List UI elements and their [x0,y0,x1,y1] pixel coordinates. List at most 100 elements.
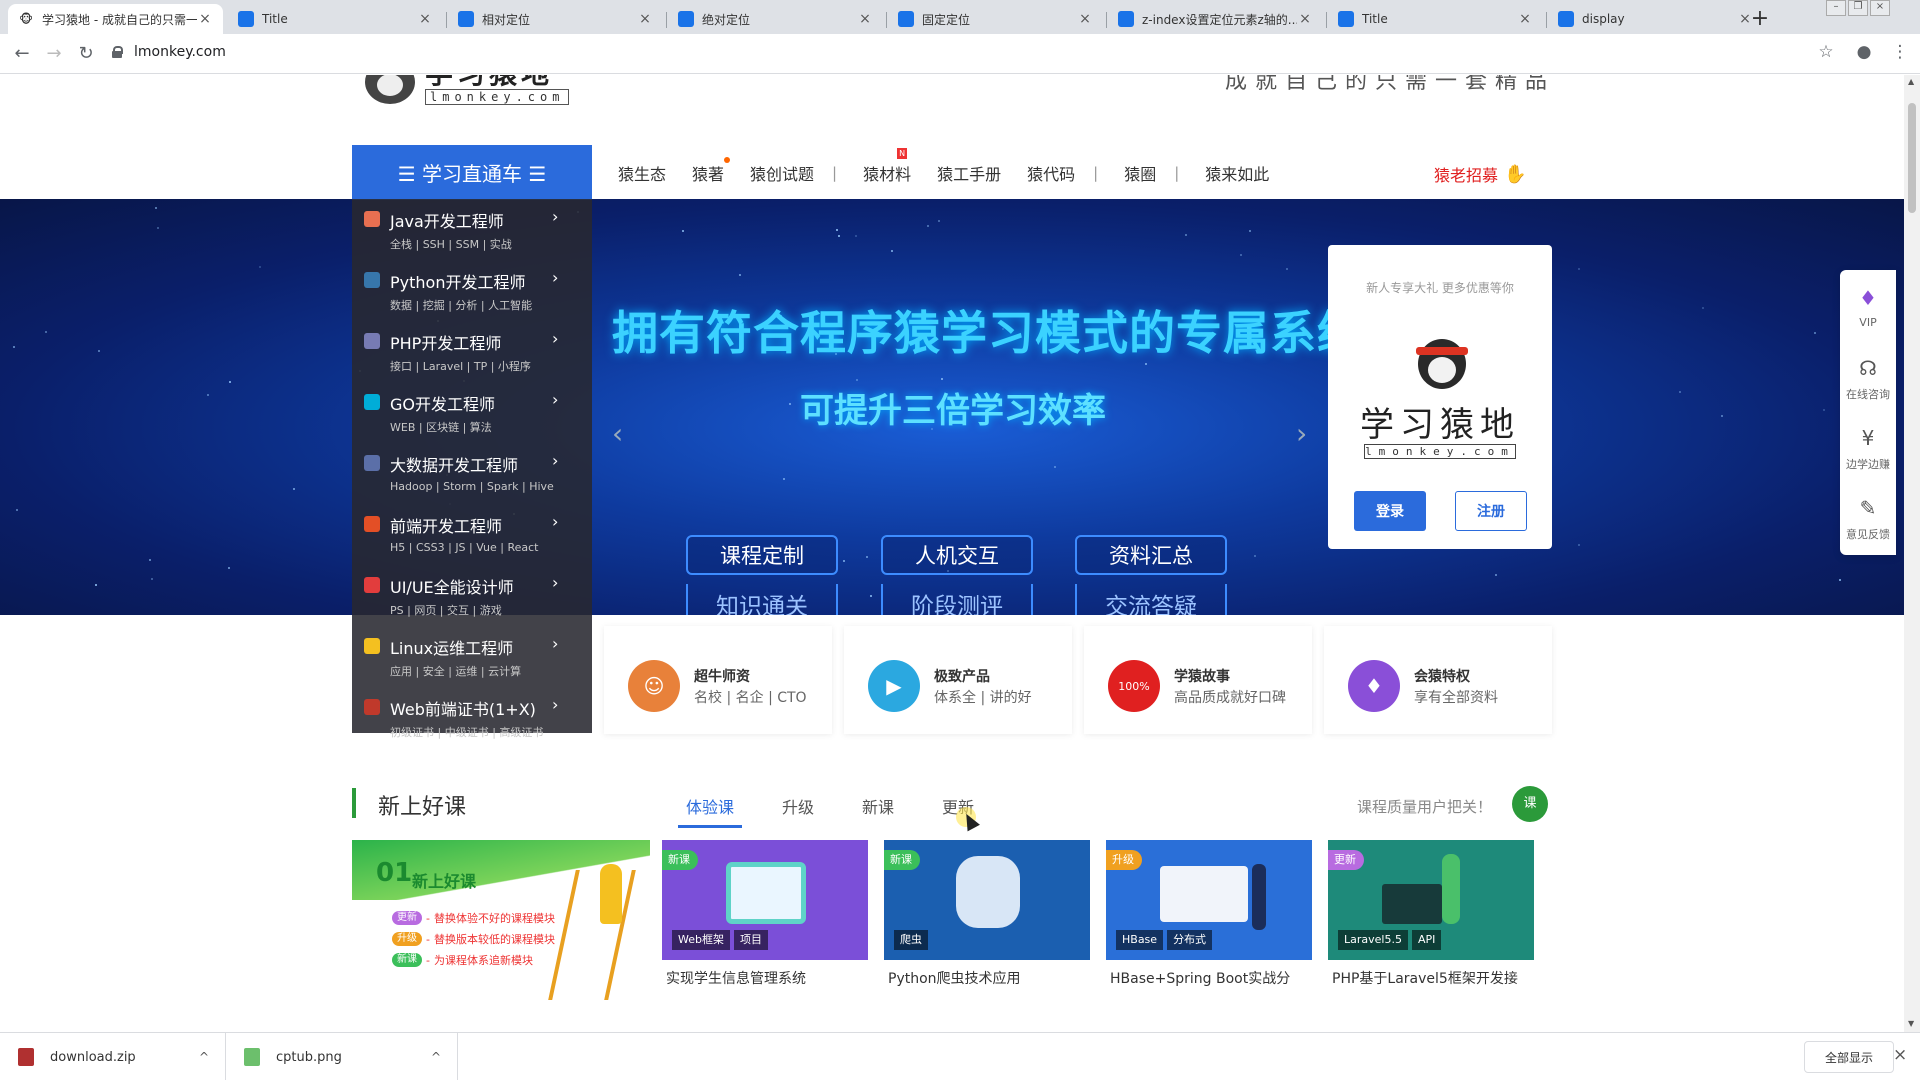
float-bar-item[interactable]: ♦ VIP [1840,286,1896,329]
back-button[interactable]: ← [10,42,34,66]
banner-next-arrow[interactable]: › [1296,417,1307,450]
nav-divider: | [832,163,838,182]
course-badge-icon[interactable]: 课 [1512,786,1548,822]
feature-subtitle: 体系全 | 讲的好 [934,690,1032,706]
menu-item[interactable]: UI/UE全能设计师 PS | 网页 | 交互 | 游戏 › [352,569,592,629]
tab-close-icon[interactable]: × [197,11,213,27]
recruit-link[interactable]: 猿老招募 ✋ [1434,162,1526,186]
bookmark-star-icon[interactable]: ☆ [1814,42,1838,62]
download-item-zip[interactable]: download.zip ^ [0,1033,226,1080]
reload-button[interactable]: ↻ [74,42,98,66]
course-thumbnail[interactable]: 新课 Web框架 项目 [662,840,868,960]
menu-item[interactable]: Python开发工程师 数据 | 挖掘 | 分析 | 人工智能 › [352,264,592,324]
hero-banner[interactable]: 拥有符合程序猿学习模式的专属系统 可提升三倍学习效率 ‹ › 课程定制 人机交互… [0,199,1904,615]
chevron-up-icon[interactable]: ^ [199,1050,209,1064]
site-slogan: 成就自己的只需一套精品 [1225,75,1556,94]
promo-banner[interactable]: 01 新上好课 更新 - 替换体验不好的课程模块 升级 - 替换版本较低的课程模块 新课 - 为… [352,840,650,1000]
course-title[interactable]: Python爬虫技术应用 [888,968,1021,988]
web-page: 学习猿地 lmonkey.com 成就自己的只需一套精品 拥有符合程序猿学习模式… [0,75,1904,1032]
nav-item[interactable]: 猿材料 N [863,147,911,185]
site-logo[interactable]: 学习猿地 lmonkey.com [365,75,570,105]
nav-item[interactable]: 猿代码 [1027,161,1075,185]
close-window-button[interactable]: × [1870,0,1890,16]
float-bar-item[interactable]: ✎ 意见反馈 [1840,496,1896,542]
favicon-icon [458,11,474,27]
tab-close-icon[interactable]: × [1077,11,1093,27]
show-all-downloads-button[interactable]: 全部显示 [1804,1041,1894,1073]
feature-card[interactable]: ▶ 极致产品 体系全 | 讲的好 [844,626,1072,734]
download-item-png[interactable]: cptub.png ^ [226,1033,458,1080]
tab-close-icon[interactable]: × [637,11,653,27]
scroll-thumb[interactable] [1908,103,1916,213]
float-bar-item[interactable]: ¥ 边学边赚 [1840,426,1896,472]
course-title[interactable]: PHP基于Laravel5框架开发接 [1332,968,1518,988]
chevron-up-icon[interactable]: ^ [431,1050,441,1064]
tab-close-icon[interactable]: × [857,11,873,27]
tab-close-icon[interactable]: × [1297,11,1313,27]
browser-tab[interactable]: z-index设置定位元素z轴的... × [1108,4,1323,34]
nav-item[interactable]: 猿生态 [618,161,666,185]
menu-item[interactable]: GO开发工程师 WEB | 区块链 | 算法 › [352,386,592,446]
url-field[interactable]: lmonkey.com [112,44,226,60]
recruit-label: 猿老招募 [1434,166,1499,185]
page-scrollbar[interactable]: ▲ ▼ [1904,75,1920,1032]
menu-dots-icon[interactable]: ⋮ [1888,42,1912,62]
login-button[interactable]: 登录 [1354,491,1426,531]
course-card[interactable]: 新课 Web框架 项目实现学生信息管理系统 [662,840,868,1000]
card-logo-cn: 学习猿地 [1360,405,1520,445]
course-title[interactable]: 实现学生信息管理系统 [666,968,806,988]
minimize-button[interactable]: – [1826,0,1846,16]
nav-item[interactable]: 猿工手册 [937,161,1001,185]
float-bar-label: 意见反馈 [1846,528,1890,541]
banner-box-1: 课程定制 [686,535,838,575]
menu-item[interactable]: 前端开发工程师 H5 | CSS3 | JS | Vue | React › [352,508,592,568]
course-chips: Laravel5.5 API [1338,930,1442,950]
feature-subtitle: 名校 | 名企 | CTO [694,690,807,706]
nav-item[interactable]: 猿著 [692,156,731,185]
feature-card[interactable]: 100% 学猿故事 高品质成就好口碑 [1084,626,1312,734]
profile-icon[interactable]: ● [1852,42,1876,62]
browser-tab[interactable]: 相对定位 × [448,4,663,34]
nav-item[interactable]: 猿创试题 [750,161,814,185]
course-tab[interactable]: 新课 [854,794,902,828]
close-downloads-icon[interactable]: × [1893,1045,1907,1065]
tab-title: Title [1362,12,1388,26]
menu-item[interactable]: Java开发工程师 全栈 | SSH | SSM | 实战 › [352,203,592,263]
nav-item[interactable]: 猿圈 [1124,161,1156,185]
course-thumbnail[interactable]: 新课 爬虫 [884,840,1090,960]
menu-item-subtitle: PS | 网页 | 交互 | 游戏 [390,604,502,617]
course-tab[interactable]: 升级 [774,794,822,828]
forward-button[interactable]: → [42,42,66,66]
browser-tab[interactable]: 固定定位 × [888,4,1103,34]
new-tab-button[interactable]: + [1748,6,1772,31]
register-button[interactable]: 注册 [1455,491,1527,531]
learn-express-button[interactable]: ☰ 学习直通车 ☰ [352,145,592,200]
menu-item[interactable]: Web前端证书(1+X) 初级证书 | 中级证书 | 高级证书 › [352,691,592,751]
maximize-button[interactable]: ❐ [1848,0,1868,16]
course-card[interactable]: 升级 HBase 分布式 HBase+Spring Boot实战分 [1106,840,1312,1000]
menu-item[interactable]: Linux运维工程师 应用 | 安全 | 运维 | 云计算 › [352,630,592,690]
course-thumbnail[interactable]: 升级 HBase 分布式 [1106,840,1312,960]
zip-file-icon [18,1048,34,1066]
tab-close-icon[interactable]: × [1517,11,1533,27]
browser-tab[interactable]: 绝对定位 × [668,4,883,34]
feature-card[interactable]: ♦ 会猿特权 享有全部资料 [1324,626,1552,734]
course-title[interactable]: HBase+Spring Boot实战分 [1110,968,1290,988]
nav-item[interactable]: 猿来如此 [1205,161,1269,185]
menu-item[interactable]: PHP开发工程师 接口 | Laravel | TP | 小程序 › [352,325,592,385]
course-card[interactable]: 更新 Laravel5.5 API PHP基于Laravel5框架开发接 [1328,840,1534,1000]
float-bar-item[interactable]: ☊ 在线咨询 [1840,356,1896,402]
tab-close-icon[interactable]: × [417,11,433,27]
course-thumbnail[interactable]: 更新 Laravel5.5 API [1328,840,1534,960]
course-category-icon [364,333,380,349]
course-tab[interactable]: 体验课 [678,794,743,828]
browser-tab[interactable]: display × [1548,4,1763,34]
browser-tab[interactable]: Title × [228,4,443,34]
python-logo-icon [956,856,1020,928]
course-card[interactable]: 新课 爬虫 Python爬虫技术应用 [884,840,1090,1000]
browser-tab[interactable]: Title × [1328,4,1543,34]
browser-tab[interactable]: 🐵 学习猿地 - 成就自己的只需一... × [8,4,223,34]
menu-item[interactable]: 大数据开发工程师 Hadoop | Storm | Spark | Hive › [352,447,592,507]
banner-prev-arrow[interactable]: ‹ [612,417,623,450]
feature-card[interactable]: ☺ 超牛师资 名校 | 名企 | CTO [604,626,832,734]
